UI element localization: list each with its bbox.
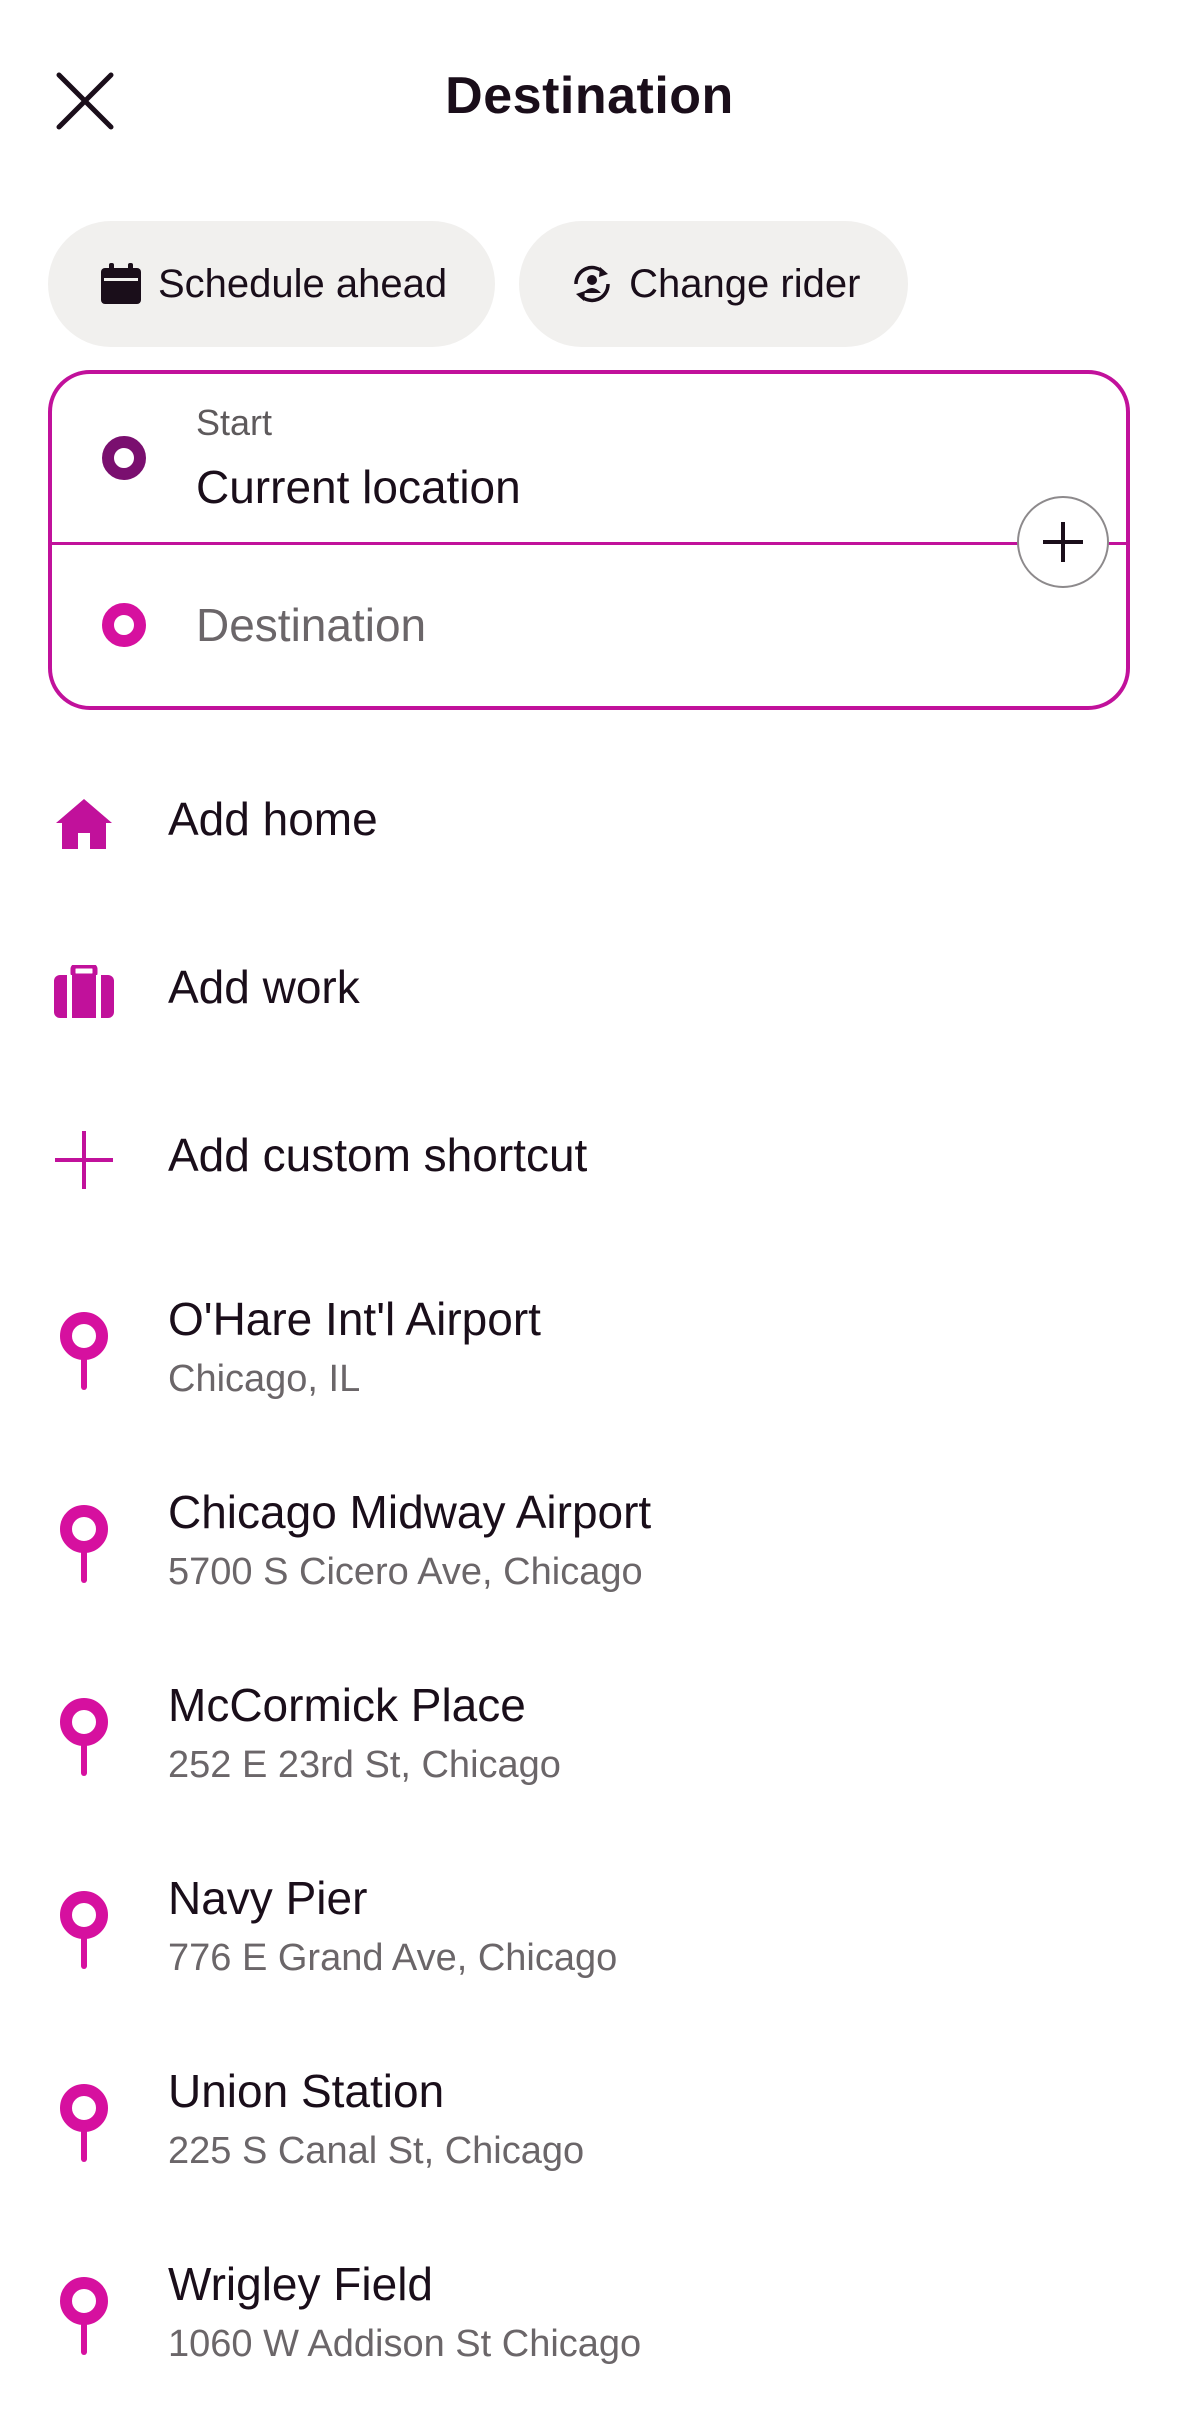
place-name: Chicago Midway Airport — [168, 1486, 652, 1538]
rider-switch-icon — [569, 261, 615, 307]
location-pin-icon — [60, 1312, 108, 1390]
place-name: Navy Pier — [168, 1872, 368, 1924]
start-dot-icon — [102, 436, 146, 480]
location-pin-icon — [60, 1891, 108, 1969]
place-item[interactable]: Wrigley Field 1060 W Addison St Chicago — [0, 2235, 1179, 2415]
home-icon — [48, 788, 120, 860]
schedule-ahead-label: Schedule ahead — [158, 261, 448, 306]
place-item[interactable]: McCormick Place 252 E 23rd St, Chicago — [0, 1656, 1179, 1836]
plus-icon — [1043, 522, 1083, 562]
place-address: 5700 S Cicero Ave, Chicago — [168, 1551, 643, 1593]
place-address: Chicago, IL — [168, 1358, 361, 1400]
add-custom-shortcut-label: Add custom shortcut — [168, 1129, 588, 1181]
place-item[interactable]: Union Station 225 S Canal St, Chicago — [0, 2042, 1179, 2222]
destination-placeholder: Destination — [196, 599, 427, 651]
briefcase-icon — [48, 956, 120, 1028]
location-pin-icon — [60, 2084, 108, 2162]
start-label: Start — [196, 402, 273, 443]
place-name: Wrigley Field — [168, 2258, 433, 2310]
destination-input[interactable]: Destination — [52, 542, 1126, 710]
calendar-icon — [98, 261, 144, 307]
change-rider-label: Change rider — [629, 261, 861, 306]
place-address: 252 E 23rd St, Chicago — [168, 1744, 561, 1786]
route-input-card: Start Current location Destination — [48, 370, 1130, 710]
schedule-ahead-button[interactable]: Schedule ahead — [48, 221, 496, 347]
place-item[interactable]: O'Hare Int'l Airport Chicago, IL — [0, 1270, 1179, 1450]
add-custom-shortcut-item[interactable]: Add custom shortcut — [0, 1076, 1179, 1226]
place-item[interactable]: Navy Pier 776 E Grand Ave, Chicago — [0, 1849, 1179, 2029]
place-address: 1060 W Addison St Chicago — [168, 2323, 642, 2365]
page-title: Destination — [445, 67, 734, 125]
place-name: McCormick Place — [168, 1679, 526, 1731]
destination-dot-icon — [102, 603, 146, 647]
start-field[interactable]: Start Current location — [52, 374, 1126, 542]
change-rider-button[interactable]: Change rider — [519, 221, 909, 347]
add-home-item[interactable]: Add home — [0, 740, 1179, 890]
place-address: 776 E Grand Ave, Chicago — [168, 1937, 618, 1979]
place-name: O'Hare Int'l Airport — [168, 1293, 541, 1345]
add-home-label: Add home — [168, 793, 378, 845]
header: Destination — [0, 0, 1179, 200]
place-item[interactable]: Chicago Midway Airport 5700 S Cicero Ave… — [0, 1463, 1179, 1643]
location-pin-icon — [60, 1505, 108, 1583]
location-pin-icon — [60, 2277, 108, 2355]
start-value: Current location — [196, 461, 521, 513]
option-chips: Schedule ahead Change rider — [48, 221, 909, 347]
location-pin-icon — [60, 1698, 108, 1776]
add-work-label: Add work — [168, 961, 360, 1013]
add-work-item[interactable]: Add work — [0, 908, 1179, 1058]
place-address: 225 S Canal St, Chicago — [168, 2130, 585, 2172]
plus-icon — [48, 1124, 120, 1196]
add-stop-button[interactable] — [1017, 496, 1109, 588]
place-name: Union Station — [168, 2065, 445, 2117]
